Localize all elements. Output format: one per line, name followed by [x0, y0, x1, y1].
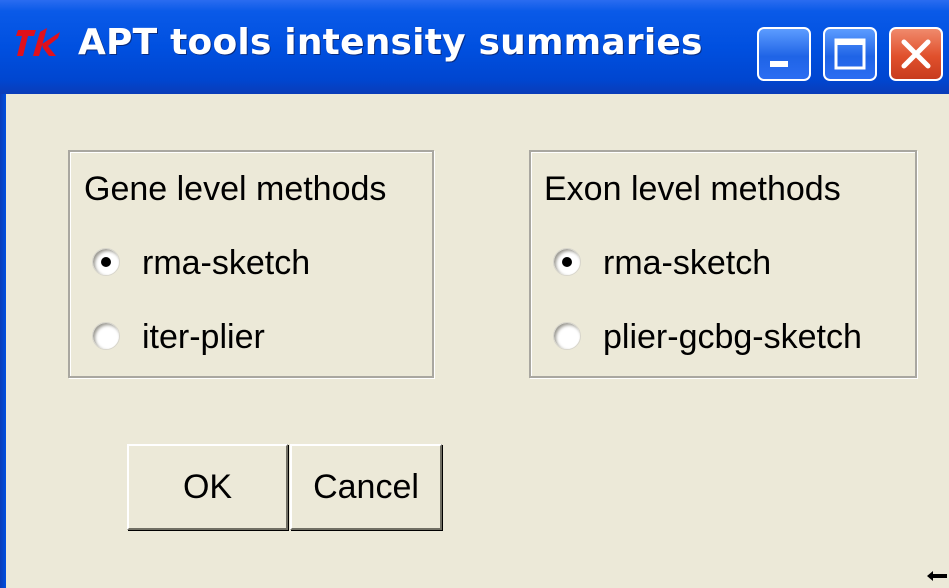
- window-title: APT tools intensity summaries: [78, 22, 703, 63]
- window-left-border: [0, 94, 6, 588]
- radio-button[interactable]: [92, 322, 120, 350]
- cancel-button[interactable]: Cancel: [290, 444, 442, 530]
- radio-button[interactable]: [553, 248, 581, 276]
- exon-level-group: Exon level methods rma-sketch plier-gcbg…: [529, 150, 917, 378]
- ok-button[interactable]: OK: [127, 444, 288, 530]
- close-button[interactable]: [889, 27, 943, 81]
- radio-button[interactable]: [553, 322, 581, 350]
- minimize-button[interactable]: [757, 27, 811, 81]
- radio-selected-dot: [562, 257, 572, 267]
- radio-label: plier-gcbg-sketch: [603, 318, 862, 356]
- resize-arrow-icon[interactable]: [927, 570, 947, 582]
- radio-button[interactable]: [92, 248, 120, 276]
- exon-group-label: Exon level methods: [544, 170, 841, 208]
- radio-label: rma-sketch: [142, 244, 311, 282]
- gene-level-group: Gene level methods rma-sketch iter-plier: [68, 150, 434, 378]
- minimize-icon: [770, 61, 788, 67]
- close-icon: [901, 39, 931, 69]
- maximize-icon: [834, 38, 866, 70]
- radio-selected-dot: [101, 257, 111, 267]
- radio-label: rma-sketch: [603, 244, 772, 282]
- radio-label: iter-plier: [142, 318, 265, 356]
- title-bar[interactable]: APT tools intensity summaries: [0, 0, 949, 94]
- gene-group-label: Gene level methods: [84, 170, 387, 208]
- maximize-button[interactable]: [823, 27, 877, 81]
- tk-feather-icon: [16, 28, 60, 56]
